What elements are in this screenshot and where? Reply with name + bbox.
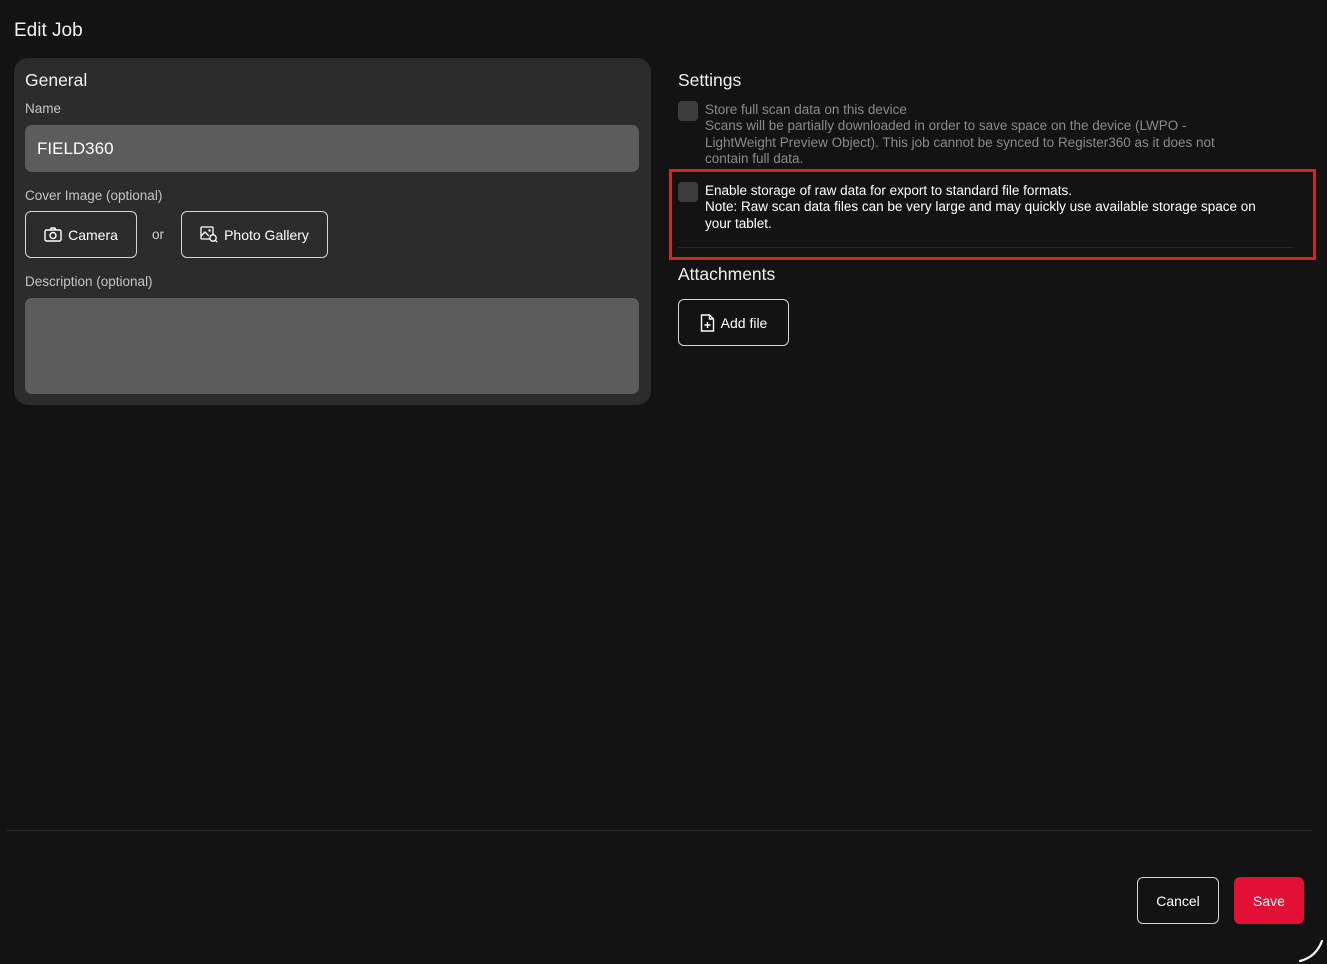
camera-label: Camera (68, 226, 118, 243)
cover-image-label: Cover Image (optional) (25, 188, 163, 203)
add-file-button[interactable]: Add file (678, 299, 789, 346)
photo-gallery-button[interactable]: Photo Gallery (181, 211, 328, 258)
description-label: Description (optional) (25, 274, 153, 289)
camera-button[interactable]: Camera (25, 211, 137, 258)
description-field[interactable] (25, 298, 639, 394)
add-file-label: Add file (720, 314, 768, 331)
photo-gallery-label: Photo Gallery (224, 226, 309, 243)
page-title: Edit Job (14, 20, 83, 41)
name-field[interactable]: FIELD360 (25, 125, 639, 172)
attachments-title: Attachments (678, 264, 776, 284)
general-card: General Name FIELD360 Cover Image (optio… (14, 58, 651, 405)
footer-divider (6, 830, 1312, 831)
name-label: Name (25, 101, 62, 116)
store-full-scan-text: Store full scan data on this device Scan… (705, 102, 1215, 166)
settings-title: Settings (678, 70, 742, 90)
camera-icon (44, 227, 62, 242)
highlight-box (669, 169, 1316, 260)
general-title: General (25, 70, 88, 90)
save-button[interactable]: Save (1234, 877, 1304, 924)
cancel-button[interactable]: Cancel (1137, 877, 1219, 924)
setting-store-full-scan: Store full scan data on this device Scan… (678, 101, 1298, 167)
edit-job-page: Edit Job General Name FIELD360 Cover Ima… (0, 0, 1327, 964)
store-full-scan-checkbox[interactable] (678, 101, 698, 121)
add-file-icon (700, 313, 715, 332)
resize-handle-icon[interactable] (1298, 937, 1324, 964)
photo-gallery-icon (200, 226, 218, 243)
or-label: or (152, 227, 165, 242)
